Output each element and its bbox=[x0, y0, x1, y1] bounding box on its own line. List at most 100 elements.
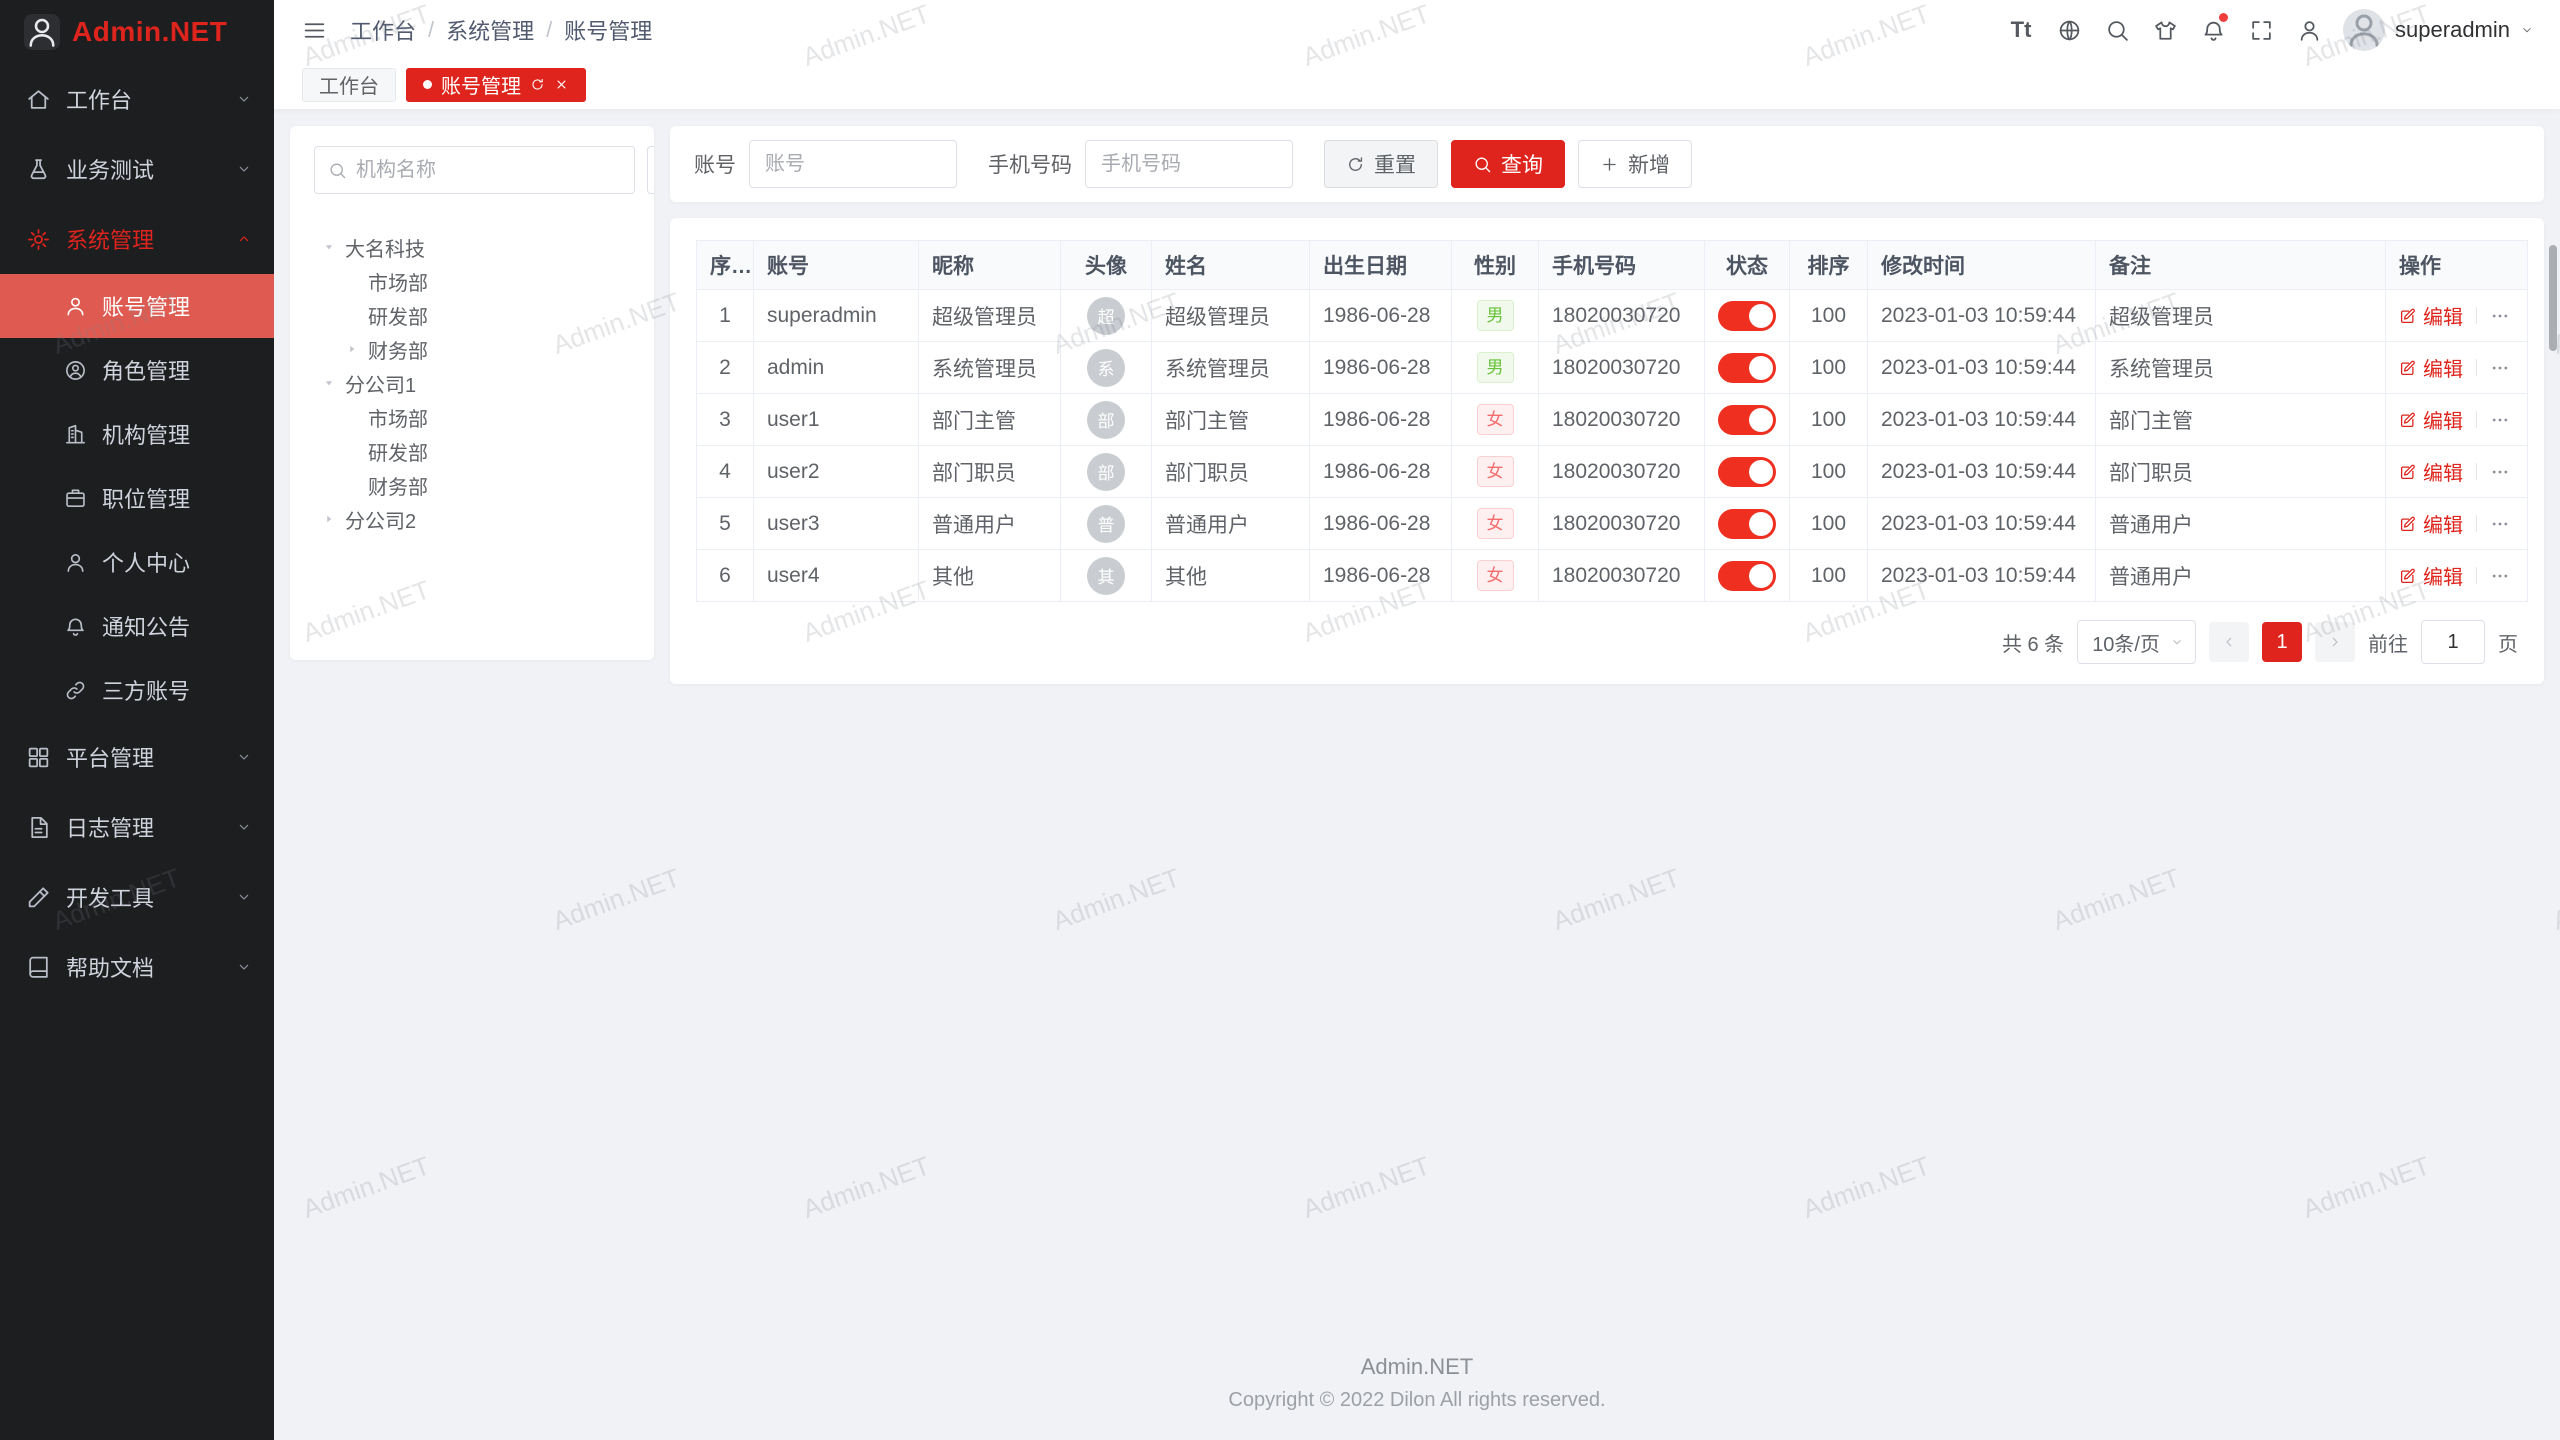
edit-button[interactable]: 编辑 bbox=[2399, 405, 2463, 434]
cell-account: superadmin bbox=[754, 290, 919, 342]
goto-page-input[interactable] bbox=[2421, 620, 2485, 664]
edit-button[interactable]: 编辑 bbox=[2399, 561, 2463, 590]
status-toggle[interactable] bbox=[1718, 353, 1776, 383]
cell-status bbox=[1705, 342, 1790, 394]
cell-phone: 18020030720 bbox=[1539, 290, 1705, 342]
sidebar-item-platform[interactable]: 平台管理 bbox=[0, 722, 274, 792]
submenu-item-label: 角色管理 bbox=[102, 354, 190, 386]
user-icon bbox=[64, 295, 87, 318]
scrollbar-thumb[interactable] bbox=[2549, 245, 2557, 351]
theme-button[interactable] bbox=[2143, 8, 2187, 52]
user-guide-button[interactable] bbox=[2287, 8, 2331, 52]
cell-name: 超级管理员 bbox=[1152, 290, 1310, 342]
page-number-button[interactable]: 1 bbox=[2262, 622, 2302, 662]
logo[interactable]: Admin.NET bbox=[0, 0, 274, 64]
tab-account[interactable]: 账号管理 bbox=[406, 68, 586, 102]
more-icon[interactable] bbox=[2490, 306, 2510, 326]
tree-node[interactable]: 研发部 bbox=[314, 434, 630, 468]
breadcrumb-item[interactable]: 账号管理 bbox=[564, 14, 652, 46]
status-toggle[interactable] bbox=[1718, 561, 1776, 591]
edit-button[interactable]: 编辑 bbox=[2399, 457, 2463, 486]
font-size-button[interactable]: Tt bbox=[1999, 8, 2043, 52]
tab-workbench[interactable]: 工作台 bbox=[302, 68, 396, 102]
submenu-item-label: 个人中心 bbox=[102, 546, 190, 578]
tree-node-label: 大名科技 bbox=[345, 233, 425, 262]
edit-button[interactable]: 编辑 bbox=[2399, 509, 2463, 538]
cell-avatar: 部 bbox=[1061, 446, 1152, 498]
cell-seq: 6 bbox=[697, 550, 754, 602]
tree-node[interactable]: 市场部 bbox=[314, 400, 630, 434]
sidebar-item-system[interactable]: 系统管理 bbox=[0, 204, 274, 274]
prev-page-button[interactable] bbox=[2209, 622, 2249, 662]
close-icon[interactable] bbox=[554, 77, 569, 92]
cell-actions: 编辑 bbox=[2386, 446, 2528, 498]
cell-time: 2023-01-03 10:59:44 bbox=[1868, 290, 2096, 342]
breadcrumb-item[interactable]: 系统管理 bbox=[446, 14, 534, 46]
hamburger-menu-button[interactable] bbox=[292, 8, 336, 52]
edit-label: 编辑 bbox=[2423, 301, 2463, 330]
org-search-input[interactable] bbox=[356, 159, 621, 182]
fullscreen-button[interactable] bbox=[2239, 8, 2283, 52]
cell-gender: 男 bbox=[1452, 290, 1539, 342]
org-search[interactable] bbox=[314, 146, 635, 194]
cell-avatar: 部 bbox=[1061, 394, 1152, 446]
user-menu[interactable]: superadmin bbox=[2343, 9, 2534, 51]
cell-phone: 18020030720 bbox=[1539, 446, 1705, 498]
sidebar-subitem-role[interactable]: 角色管理 bbox=[0, 338, 274, 402]
status-toggle[interactable] bbox=[1718, 301, 1776, 331]
sidebar-subitem-third-account[interactable]: 三方账号 bbox=[0, 658, 274, 722]
sidebar-subitem-account[interactable]: 账号管理 bbox=[0, 274, 274, 338]
edit-button[interactable]: 编辑 bbox=[2399, 353, 2463, 382]
add-button[interactable]: 新增 bbox=[1578, 140, 1692, 188]
column-header: 修改时间 bbox=[1868, 241, 2096, 290]
more-icon[interactable] bbox=[2490, 514, 2510, 534]
sidebar-item-help[interactable]: 帮助文档 bbox=[0, 932, 274, 1002]
chevron-right-icon bbox=[2327, 634, 2343, 650]
tree-node[interactable]: 财务部 bbox=[314, 332, 630, 366]
status-toggle[interactable] bbox=[1718, 457, 1776, 487]
breadcrumb-item[interactable]: 工作台 bbox=[350, 14, 416, 46]
submenu-item-label: 职位管理 bbox=[102, 482, 190, 514]
sidebar-subitem-org[interactable]: 机构管理 bbox=[0, 402, 274, 466]
column-header: 状态 bbox=[1705, 241, 1790, 290]
sidebar-subitem-position[interactable]: 职位管理 bbox=[0, 466, 274, 530]
sidebar-item-log[interactable]: 日志管理 bbox=[0, 792, 274, 862]
more-icon[interactable] bbox=[2490, 410, 2510, 430]
status-toggle[interactable] bbox=[1718, 405, 1776, 435]
tree-node[interactable]: 分公司1 bbox=[314, 366, 630, 400]
tree-node[interactable]: 分公司2 bbox=[314, 502, 630, 536]
refresh-icon[interactable] bbox=[530, 77, 545, 92]
toggle-knob bbox=[1749, 512, 1773, 536]
notification-button[interactable] bbox=[2191, 8, 2235, 52]
sidebar-subitem-profile[interactable]: 个人中心 bbox=[0, 530, 274, 594]
cell-phone: 18020030720 bbox=[1539, 342, 1705, 394]
reset-button[interactable]: 重置 bbox=[1324, 140, 1438, 188]
tree-node[interactable]: 市场部 bbox=[314, 264, 630, 298]
page-size-select[interactable]: 10条/页 bbox=[2077, 620, 2196, 664]
link-icon bbox=[64, 679, 87, 702]
sidebar-item-workbench[interactable]: 工作台 bbox=[0, 64, 274, 134]
search-button[interactable] bbox=[2095, 8, 2139, 52]
org-more-button[interactable] bbox=[647, 146, 654, 194]
sidebar-item-business-test[interactable]: 业务测试 bbox=[0, 134, 274, 204]
column-header: 手机号码 bbox=[1539, 241, 1705, 290]
more-icon[interactable] bbox=[2490, 358, 2510, 378]
query-button[interactable]: 查询 bbox=[1451, 140, 1565, 188]
edit-button[interactable]: 编辑 bbox=[2399, 301, 2463, 330]
tree-node[interactable]: 研发部 bbox=[314, 298, 630, 332]
account-input[interactable] bbox=[749, 140, 957, 188]
next-page-button[interactable] bbox=[2315, 622, 2355, 662]
cell-actions: 编辑 bbox=[2386, 498, 2528, 550]
cell-account: user3 bbox=[754, 498, 919, 550]
locale-button[interactable] bbox=[2047, 8, 2091, 52]
tree-node[interactable]: 大名科技 bbox=[314, 230, 630, 264]
phone-input[interactable] bbox=[1085, 140, 1293, 188]
sidebar-subitem-notice[interactable]: 通知公告 bbox=[0, 594, 274, 658]
tree-node[interactable]: 财务部 bbox=[314, 468, 630, 502]
cell-name: 普通用户 bbox=[1152, 498, 1310, 550]
status-toggle[interactable] bbox=[1718, 509, 1776, 539]
sidebar-item-devtools[interactable]: 开发工具 bbox=[0, 862, 274, 932]
more-icon[interactable] bbox=[2490, 566, 2510, 586]
font-size-icon: Tt bbox=[2011, 17, 2032, 43]
more-icon[interactable] bbox=[2490, 462, 2510, 482]
